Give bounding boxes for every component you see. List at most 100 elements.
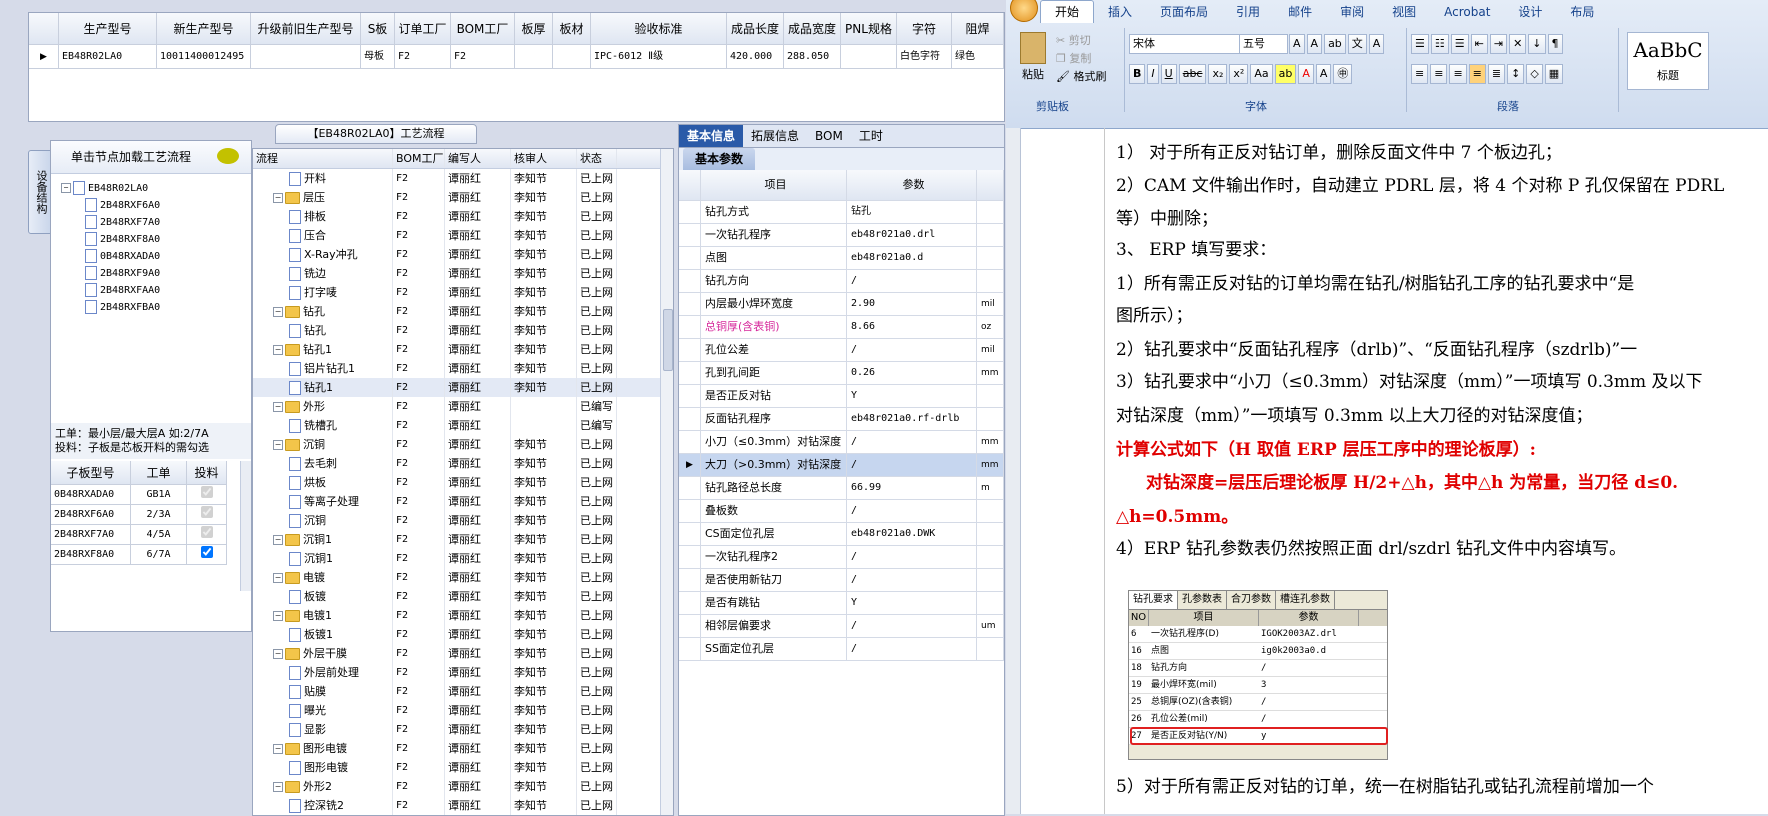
font-size-select[interactable]: 五号	[1239, 34, 1288, 54]
param-row[interactable]: 钻孔方式 钻孔	[679, 201, 1004, 224]
param-value[interactable]: /	[847, 615, 977, 637]
ribbon-tab[interactable]: 审阅	[1326, 1, 1378, 23]
column-header[interactable]: PNL规格	[841, 13, 897, 45]
document-line[interactable]: △h=0.5mm。	[1116, 502, 1238, 527]
param-value[interactable]: /	[847, 431, 977, 453]
param-value[interactable]: eb48r021a0.d	[847, 247, 977, 269]
phonetic-button[interactable]: 文	[1347, 34, 1367, 54]
collapse-toggle-icon[interactable]: −	[273, 345, 283, 355]
param-value[interactable]: 0.26	[847, 362, 977, 384]
column-header[interactable]: 生产型号	[59, 13, 157, 45]
grid-cell[interactable]: 420.000	[727, 45, 784, 69]
param-row[interactable]: 小刀（≤0.3mm）对钻深度 / mm	[679, 431, 1004, 454]
flow-rows[interactable]: 开料 F2 谭丽红 李知节 已上网 − 层压 F2 谭丽红 李知节 已上网 排板 F2 谭丽红 李知节 已上网…	[253, 169, 673, 815]
shading-button[interactable]: ◇	[1526, 64, 1543, 84]
flow-row[interactable]: 显影 F2 谭丽红 李知节 已上网	[253, 720, 673, 739]
feed-checkbox[interactable]	[200, 506, 213, 518]
flow-row[interactable]: 贴膜 F2 谭丽红 李知节 已上网	[253, 682, 673, 701]
flow-row[interactable]: 压合 F2 谭丽红 李知节 已上网	[253, 226, 673, 245]
subboard-column-header[interactable]: 投料	[187, 461, 227, 485]
underline-button[interactable]: U	[1160, 64, 1177, 84]
param-row[interactable]: 孔位公差 / mil	[679, 339, 1004, 362]
param-row[interactable]: 一次钻孔程序2/	[679, 546, 1004, 569]
grid-cell[interactable]: 10011400012495	[157, 45, 251, 69]
grid-cell[interactable]: IPC-6012 Ⅱ级	[591, 45, 727, 69]
flow-row[interactable]: 板镀 F2 谭丽红 李知节 已上网	[253, 587, 673, 606]
tree-child-node[interactable]: 2B48RXF6A0	[61, 197, 251, 214]
align-center-button[interactable]: ≡	[1430, 64, 1448, 84]
ribbon-tab[interactable]: Acrobat	[1430, 1, 1504, 23]
param-row[interactable]: 孔到孔间距 0.26 mm	[679, 362, 1004, 385]
flow-row[interactable]: − 外形 F2 谭丽红 已编写	[253, 397, 673, 416]
param-value[interactable]: eb48r021a0.drl	[847, 224, 977, 246]
justify-button[interactable]: ≡	[1468, 64, 1486, 84]
font-color-button[interactable]: A	[1298, 64, 1314, 84]
param-row[interactable]: 点图 eb48r021a0.d	[679, 247, 1004, 270]
tree-child-node[interactable]: 2B48RXF9A0	[61, 265, 251, 282]
param-value[interactable]: /	[847, 270, 977, 292]
flow-row[interactable]: 控深铣2 F2 谭丽红 李知节 已上网	[253, 796, 673, 815]
flow-row[interactable]: 沉铜1 F2 谭丽红 李知节 已上网	[253, 549, 673, 568]
office-button-icon[interactable]	[1010, 0, 1038, 22]
document-line[interactable]: 3）钻孔要求中“小刀（≤0.3mm）对钻深度（mm）”一项填写 0.3mm 及以…	[1116, 367, 1703, 392]
paste-button[interactable]: 粘贴	[1016, 32, 1050, 86]
param-value[interactable]: 2.90	[847, 293, 977, 315]
format-painter-button[interactable]: 🖌 格式刷	[1056, 68, 1106, 84]
numbering-button[interactable]: ☷	[1430, 34, 1449, 54]
param-row[interactable]: 是否使用新钻刀 /	[679, 569, 1004, 592]
param-value[interactable]: /	[847, 638, 977, 660]
shrink-font-button[interactable]: A	[1306, 34, 1323, 54]
grid-cell[interactable]: F2	[451, 45, 515, 69]
grid-cell[interactable]: 母板	[361, 45, 395, 69]
collapse-toggle-icon[interactable]: −	[273, 573, 283, 583]
ribbon-tab[interactable]: 插入	[1094, 1, 1146, 23]
flow-row[interactable]: − 电镀1 F2 谭丽红 李知节 已上网	[253, 606, 673, 625]
column-header[interactable]: BOM工厂	[451, 13, 515, 45]
ribbon-tab[interactable]: 邮件	[1274, 1, 1326, 23]
flow-column-header[interactable]: BOM工厂	[393, 149, 445, 168]
collapse-toggle-icon[interactable]: −	[273, 193, 283, 203]
param-tab[interactable]: 工时	[851, 125, 891, 147]
param-row[interactable]: 总铜厚(含表铜) 8.66 oz	[679, 316, 1004, 339]
flow-row[interactable]: 曝光 F2 谭丽红 李知节 已上网	[253, 701, 673, 720]
column-header[interactable]: S板	[361, 13, 395, 45]
flow-scrollbar[interactable]	[660, 149, 673, 815]
sort-button[interactable]: ↓	[1528, 34, 1546, 54]
param-value[interactable]: Y	[847, 592, 977, 614]
flow-row[interactable]: X-Ray冲孔 F2 谭丽红 李知节 已上网	[253, 245, 673, 264]
highlight-button[interactable]: ab	[1274, 64, 1297, 84]
param-value[interactable]: Y	[847, 385, 977, 407]
border-char-button[interactable]: A	[1368, 34, 1385, 54]
document-line[interactable]: 对钻深度（mm）”一项填写 0.3mm 以上大刀径的对钻深度值；	[1116, 401, 1593, 426]
ribbon-tab[interactable]: 页面布局	[1146, 1, 1222, 23]
flow-row[interactable]: 去毛刺 F2 谭丽红 李知节 已上网	[253, 454, 673, 473]
param-column-header[interactable]: 参数	[847, 170, 977, 200]
bullets-button[interactable]: ☰	[1411, 34, 1429, 54]
collapse-toggle-icon[interactable]: −	[273, 782, 283, 792]
grid-cell[interactable]	[553, 45, 591, 69]
column-header[interactable]: 订单工厂	[395, 13, 451, 45]
asian-layout-button[interactable]: ✕	[1509, 34, 1527, 54]
subboard-column-header[interactable]: 子板型号	[51, 461, 131, 485]
document-line[interactable]: 等）中删除；	[1116, 204, 1218, 229]
change-case-button[interactable]: Aa	[1250, 64, 1273, 84]
document-line[interactable]: 2）CAM 文件输出作时，自动建立 PDRL 层，将 4 个对称 P 孔仅保留在…	[1116, 171, 1724, 196]
column-header[interactable]: 字符	[897, 13, 952, 45]
decrease-indent-button[interactable]: ⇤	[1470, 34, 1488, 54]
document-line[interactable]: 5）对于所有需正反对钻的订单，统一在树脂钻孔或钻孔流程前增加一个	[1116, 772, 1654, 797]
tree-root-node[interactable]: − EB48R02LA0	[61, 180, 251, 197]
ribbon-tab[interactable]: 视图	[1378, 1, 1430, 23]
tree-child-node[interactable]: 2B48RXF8A0	[61, 231, 251, 248]
column-header[interactable]: 成品宽度	[784, 13, 841, 45]
flow-row[interactable]: 铣边 F2 谭丽红 李知节 已上网	[253, 264, 673, 283]
grid-cell[interactable]: EB48R02LA0	[59, 45, 157, 69]
collapse-toggle-icon[interactable]: −	[273, 611, 283, 621]
param-column-header[interactable]: 项目	[701, 170, 847, 200]
collapse-toggle-icon[interactable]: −	[273, 744, 283, 754]
param-value[interactable]: 66.99	[847, 477, 977, 499]
flow-row[interactable]: 等离子处理 F2 谭丽红 李知节 已上网	[253, 492, 673, 511]
tree-child-node[interactable]: 2B48RXFAA0	[61, 282, 251, 299]
collapse-toggle-icon[interactable]: −	[273, 440, 283, 450]
flow-row[interactable]: − 沉铜1 F2 谭丽红 李知节 已上网	[253, 530, 673, 549]
param-value[interactable]: /	[847, 500, 977, 522]
